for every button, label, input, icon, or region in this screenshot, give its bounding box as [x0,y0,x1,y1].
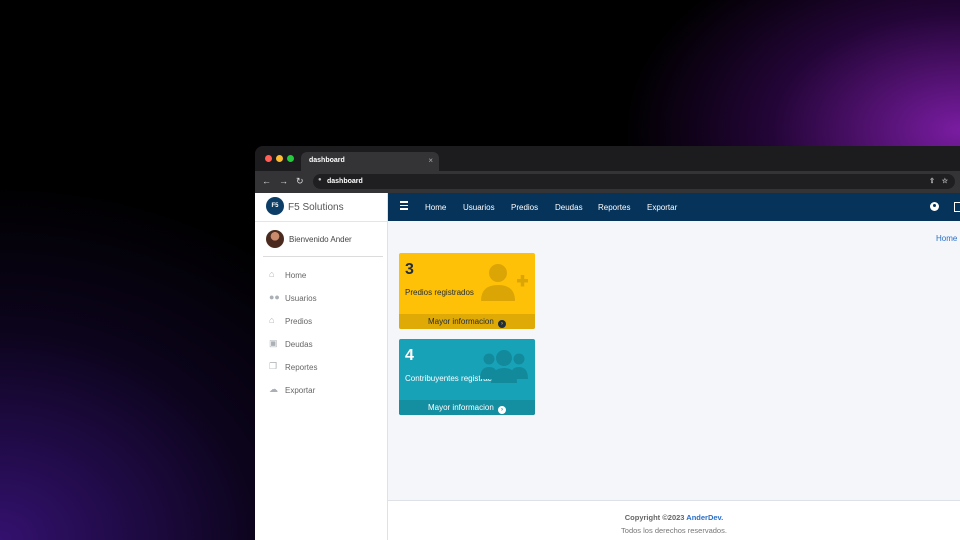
card-label: Predios registrados [405,288,474,297]
sidebar-divider [263,256,383,257]
top-navbar: Home Usuarios Predios Deudas Reportes Ex… [388,193,960,221]
url-field[interactable]: ● dashboard ⇧ ☆ [313,174,955,189]
copyright-line: Copyright ©2023 AnderDev. [388,513,960,522]
brand-text: F5 Solutions [288,202,344,213]
cloud-download-icon: ☁ [269,384,278,394]
nav-link-exportar[interactable]: Exportar [647,203,677,212]
share-icon[interactable]: ⇧ [929,177,935,185]
user-plus-icon [481,264,528,301]
sidebar-item-label: Deudas [285,340,313,349]
users-icon [480,350,528,383]
arrow-circle-right-icon: › [498,320,507,328]
url-text: dashboard [327,178,363,185]
avatar [266,230,284,248]
page-footer: Copyright ©2023 AnderDev. Todos los dere… [388,500,960,540]
sidebar-item-label: Predios [285,317,313,326]
tab-close-icon[interactable]: × [428,156,433,165]
more-info-link[interactable]: Mayor informacion › [399,314,535,329]
browser-window: dashboard × ← → ↻ ● dashboard ⇧ ☆ F5 F5 … [255,146,960,540]
nav-link-usuarios[interactable]: Usuarios [463,203,495,212]
copy-icon: ❐ [269,361,278,371]
user-panel[interactable]: Bienvenido Ander [255,221,387,256]
home-icon: ⌂ [269,315,275,325]
sidebar-item-label: Reportes [285,363,318,372]
tab-title: dashboard [309,157,345,164]
nav-link-home[interactable]: Home [425,203,446,212]
sidebar-item-usuarios[interactable]: ●● Usuarios [255,286,387,309]
bookmark-star-icon[interactable]: ☆ [942,177,948,185]
home-icon: ⌂ [269,269,275,279]
nav-link-predios[interactable]: Predios [511,203,538,212]
breadcrumb[interactable]: Home [936,234,957,243]
close-window-button[interactable] [265,155,272,162]
maximize-window-button[interactable] [287,155,294,162]
sidebar-item-home[interactable]: ⌂ Home [255,263,387,286]
sidebar-menu: ⌂ Home ●● Usuarios ⌂ Predios ▣ Deudas ❐ [255,263,387,401]
browser-tab[interactable]: dashboard × [301,152,439,171]
sidebar: F5 F5 Solutions Bienvenido Ander ⌂ Home … [255,193,388,540]
user-circle-icon[interactable] [930,202,939,211]
card-number: 3 [405,261,414,278]
sidebar-item-deudas[interactable]: ▣ Deudas [255,332,387,355]
minimize-window-button[interactable] [276,155,283,162]
card-number: 4 [405,347,414,364]
sidebar-item-label: Exportar [285,386,316,395]
user-greeting: Bienvenido Ander [289,235,352,244]
nav-link-reportes[interactable]: Reportes [598,203,630,212]
users-icon: ●● [269,292,280,302]
page-content: F5 F5 Solutions Bienvenido Ander ⌂ Home … [255,193,960,540]
back-icon[interactable]: ← [262,176,271,186]
logout-icon[interactable] [954,202,960,212]
sidebar-item-label: Home [285,271,307,280]
sidebar-item-exportar[interactable]: ☁ Exportar [255,378,387,401]
more-info-label: Mayor informacion [427,317,494,326]
reload-icon[interactable]: ↻ [296,176,304,187]
sidebar-item-predios[interactable]: ⌂ Predios [255,309,387,332]
predios-card: 3 Predios registrados Mayor informacion … [399,253,535,329]
contribuyentes-card: 4 Contribuyentes registrados Mayor infor… [399,339,535,415]
author-link[interactable]: AnderDev. [686,513,723,522]
rights-text: Todos los derechos reservados. [621,526,727,535]
browser-titlebar: dashboard × [255,146,960,171]
nav-link-deudas[interactable]: Deudas [555,203,583,212]
money-icon: ▣ [269,338,278,348]
more-info-link[interactable]: Mayor informacion › [399,400,535,415]
sidebar-item-reportes[interactable]: ❐ Reportes [255,355,387,378]
copyright-text: Copyright ©2023 [624,513,685,522]
sidebar-item-label: Usuarios [285,294,317,303]
brand-link[interactable]: F5 F5 Solutions [255,193,387,222]
address-bar-row: ← → ↻ ● dashboard ⇧ ☆ [255,171,960,193]
forward-icon[interactable]: → [279,176,288,186]
arrow-circle-right-icon: › [498,406,507,414]
lock-icon: ● [318,177,322,183]
more-info-label: Mayor informacion [427,403,494,412]
brand-logo: F5 [266,197,284,215]
menu-toggle-icon[interactable] [400,201,408,210]
